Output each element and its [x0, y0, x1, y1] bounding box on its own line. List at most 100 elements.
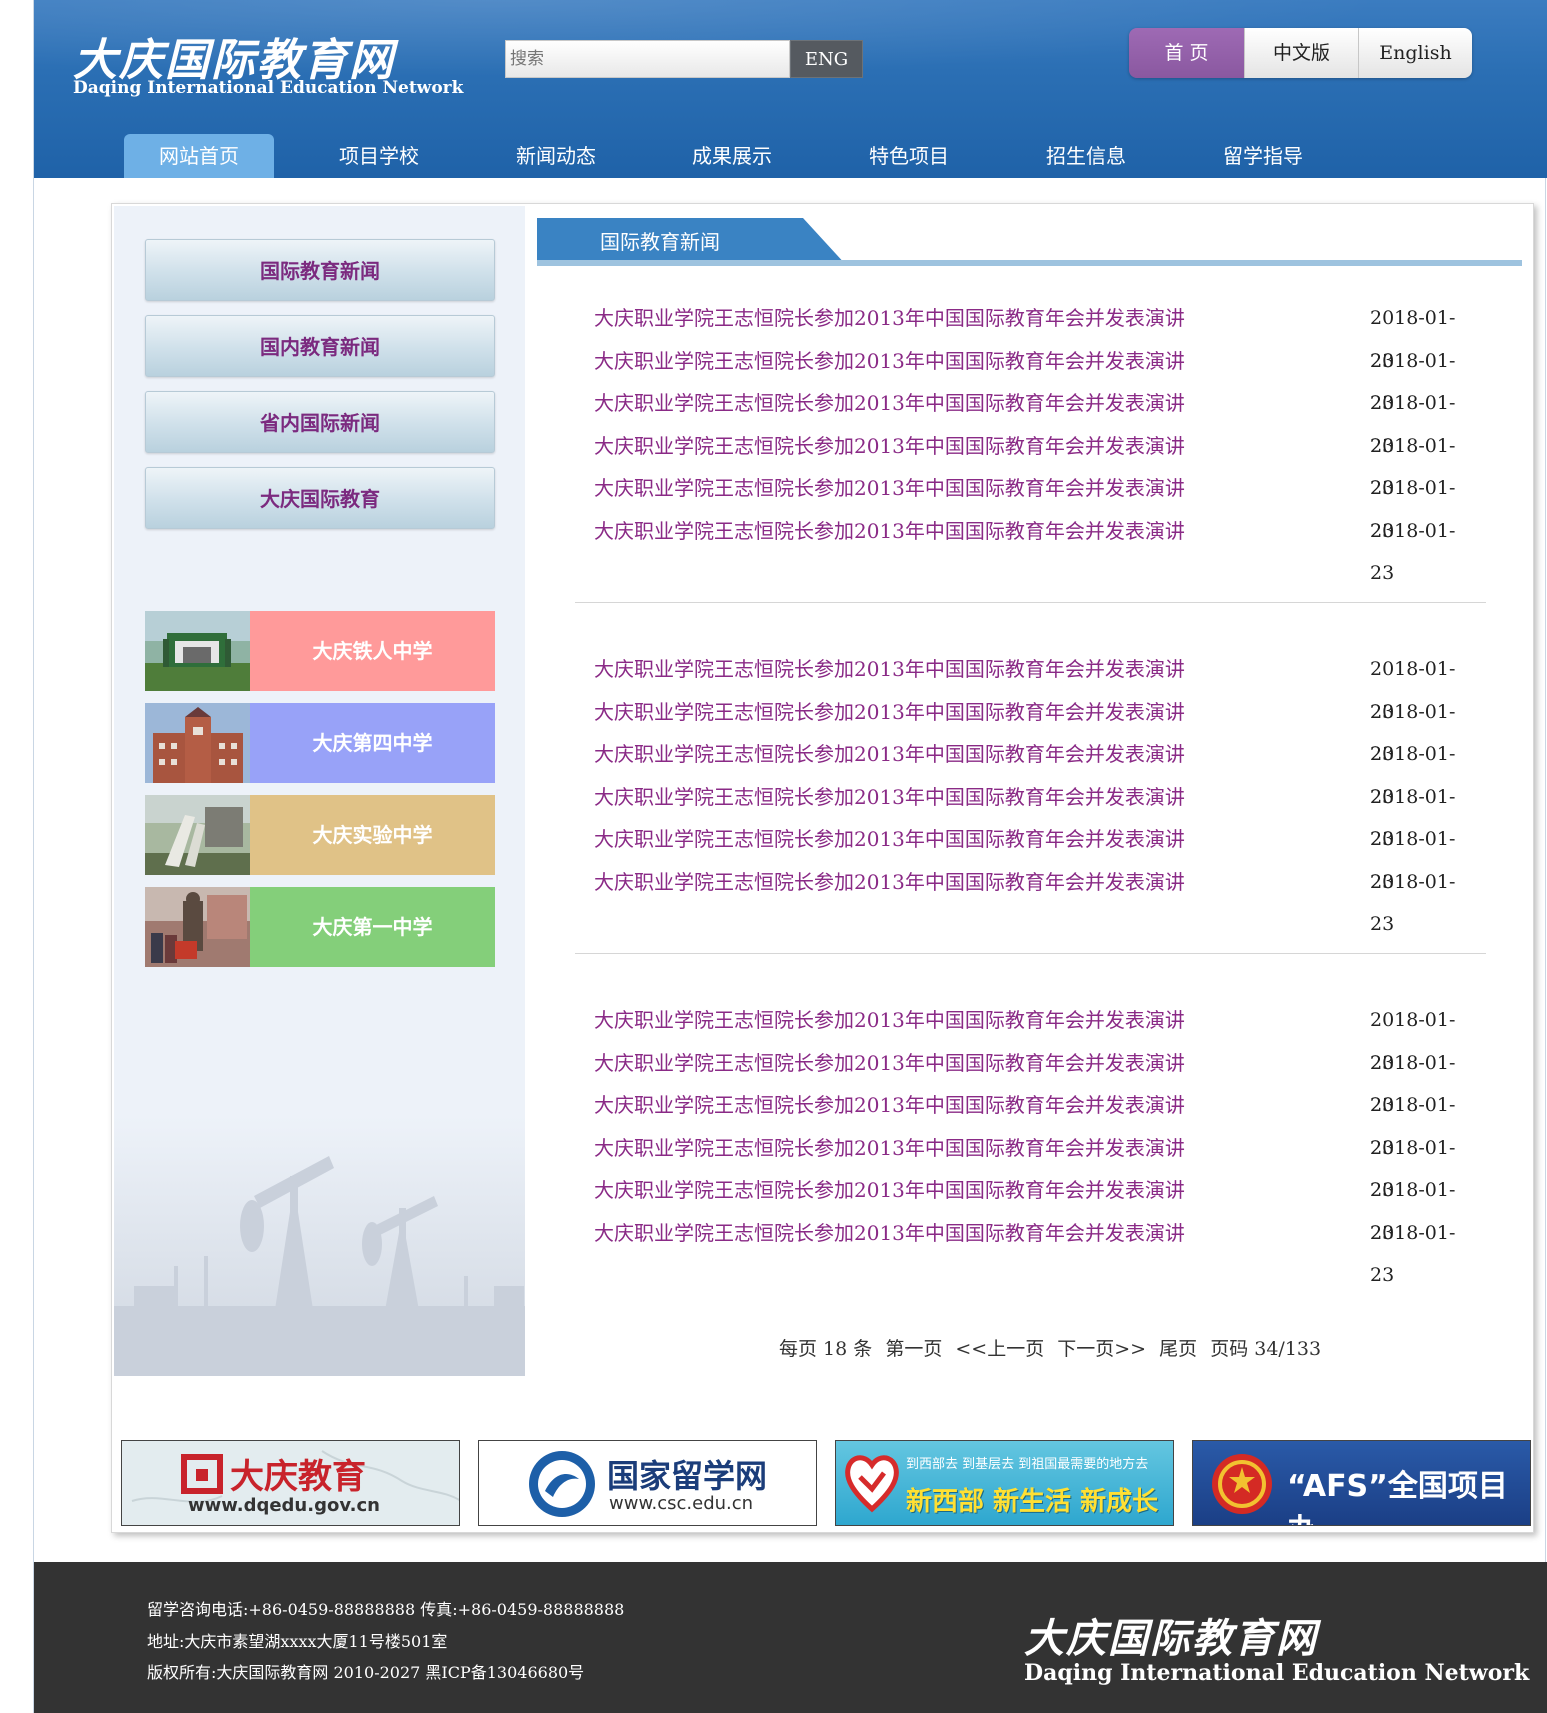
banner-title: 新西部 新生活 新成长 — [906, 1487, 1159, 1517]
news-title[interactable]: 大庆职业学院王志恒院长参加2013年中国国际教育年会并发表演讲 — [594, 999, 1185, 1042]
news-title[interactable]: 大庆职业学院王志恒院长参加2013年中国国际教育年会并发表演讲 — [594, 1169, 1185, 1212]
banner-url: www.csc.edu.cn — [609, 1493, 754, 1514]
sidebar-item-domestic-news[interactable]: 国内教育新闻 — [145, 315, 495, 377]
national-emblem-icon — [1212, 1454, 1272, 1514]
news-title[interactable]: 大庆职业学院王志恒院长参加2013年中国国际教育年会并发表演讲 — [594, 1084, 1185, 1127]
nav-item-news[interactable]: 新闻动态 — [481, 134, 631, 178]
banner-csc[interactable]: 国家留学网 www.csc.edu.cn — [478, 1440, 817, 1526]
news-title[interactable]: 大庆职业学院王志恒院长参加2013年中国国际教育年会并发表演讲 — [594, 1127, 1185, 1170]
section-header: 国际教育新闻 — [537, 218, 1522, 266]
list-item[interactable]: 大庆职业学院王志恒院长参加2013年中国国际教育年会并发表演讲 2018-01-2… — [594, 818, 1464, 893]
list-item[interactable]: 大庆职业学院王志恒院长参加2013年中国国际教育年会并发表演讲 2018-01-2… — [594, 425, 1464, 500]
news-title[interactable]: 大庆职业学院王志恒院长参加2013年中国国际教育年会并发表演讲 — [594, 1042, 1185, 1085]
news-title[interactable]: 大庆职业学院王志恒院长参加2013年中国国际教育年会并发表演讲 — [594, 382, 1185, 425]
nav-item-schools[interactable]: 项目学校 — [304, 134, 454, 178]
footer-address: 地址:大庆市素望湖xxxx大厦11号楼501室 — [147, 1632, 448, 1651]
news-list: 大庆职业学院王志恒院长参加2013年中国国际教育年会并发表演讲 2018-01-2… — [594, 648, 1464, 936]
sidebar-item-daqing-education[interactable]: 大庆国际教育 — [145, 467, 495, 529]
sidebar-item-international-news[interactable]: 国际教育新闻 — [145, 239, 495, 301]
news-title[interactable]: 大庆职业学院王志恒院长参加2013年中国国际教育年会并发表演讲 — [594, 1212, 1185, 1255]
nav-item-admissions[interactable]: 招生信息 — [1011, 134, 1161, 178]
main-panel: 国际教育新闻 国内教育新闻 省内国际新闻 大庆国际教育 大庆铁人中学 大庆第四中… — [111, 203, 1534, 1533]
english-version-button[interactable]: English — [1358, 28, 1472, 78]
heart-icon — [845, 1455, 899, 1513]
news-title[interactable]: 大庆职业学院王志恒院长参加2013年中国国际教育年会并发表演讲 — [594, 691, 1185, 734]
nav-item-achievements[interactable]: 成果展示 — [657, 134, 807, 178]
search-input[interactable] — [506, 41, 789, 77]
news-title[interactable]: 大庆职业学院王志恒院长参加2013年中国国际教育年会并发表演讲 — [594, 648, 1185, 691]
school-link-first[interactable]: 大庆第一中学 — [145, 887, 495, 967]
list-item[interactable]: 大庆职业学院王志恒院长参加2013年中国国际教育年会并发表演讲 2018-01-2… — [594, 340, 1464, 415]
nav-item-featured[interactable]: 特色项目 — [834, 134, 984, 178]
list-item[interactable]: 大庆职业学院王志恒院长参加2013年中国国际教育年会并发表演讲 2018-01-2… — [594, 648, 1464, 723]
sidebar: 国际教育新闻 国内教育新闻 省内国际新闻 大庆国际教育 大庆铁人中学 大庆第四中… — [114, 206, 525, 1376]
school-photo — [145, 703, 250, 783]
news-date: 2018-01-23 — [1370, 870, 1456, 936]
list-item[interactable]: 大庆职业学院王志恒院长参加2013年中国国际教育年会并发表演讲 2018-01-2… — [594, 733, 1464, 808]
news-title[interactable]: 大庆职业学院王志恒院长参加2013年中国国际教育年会并发表演讲 — [594, 340, 1185, 383]
nav-item-home[interactable]: 网站首页 — [124, 134, 274, 178]
pager-page-info: 页码 34/133 — [1210, 1338, 1322, 1360]
list-item[interactable]: 大庆职业学院王志恒院长参加2013年中国国际教育年会并发表演讲 2018-01-2… — [594, 467, 1464, 542]
school-name: 大庆第一中学 — [250, 887, 495, 967]
home-button[interactable]: 首 页 — [1129, 28, 1244, 78]
oil-pump-illustration — [114, 1116, 525, 1376]
list-item[interactable]: 大庆职业学院王志恒院长参加2013年中国国际教育年会并发表演讲 2018-01-2… — [594, 1169, 1464, 1244]
banner-title: 大庆教育 — [230, 1457, 366, 1497]
news-title[interactable]: 大庆职业学院王志恒院长参加2013年中国国际教育年会并发表演讲 — [594, 510, 1185, 553]
school-name: 大庆铁人中学 — [250, 611, 495, 691]
list-item[interactable]: 大庆职业学院王志恒院长参加2013年中国国际教育年会并发表演讲 2018-01-2… — [594, 1212, 1464, 1287]
site-footer: 留学咨询电话:+86-0459-88888888 传真:+86-0459-888… — [34, 1562, 1547, 1713]
chinese-version-button[interactable]: 中文版 — [1244, 28, 1358, 78]
list-item[interactable]: 大庆职业学院王志恒院长参加2013年中国国际教育年会并发表演讲 2018-01-2… — [594, 861, 1464, 936]
section-underline — [537, 260, 1522, 266]
news-title[interactable]: 大庆职业学院王志恒院长参加2013年中国国际教育年会并发表演讲 — [594, 467, 1185, 510]
school-link-tieren[interactable]: 大庆铁人中学 — [145, 611, 495, 691]
news-title[interactable]: 大庆职业学院王志恒院长参加2013年中国国际教育年会并发表演讲 — [594, 425, 1185, 468]
school-link-experimental[interactable]: 大庆实验中学 — [145, 795, 495, 875]
list-item[interactable]: 大庆职业学院王志恒院长参加2013年中国国际教育年会并发表演讲 2018-01-2… — [594, 776, 1464, 851]
sidebar-item-provincial-news[interactable]: 省内国际新闻 — [145, 391, 495, 453]
footer-phone: 留学咨询电话:+86-0459-88888888 传真:+86-0459-888… — [147, 1600, 625, 1619]
news-title[interactable]: 大庆职业学院王志恒院长参加2013年中国国际教育年会并发表演讲 — [594, 733, 1185, 776]
list-item[interactable]: 大庆职业学院王志恒院长参加2013年中国国际教育年会并发表演讲 2018-01-2… — [594, 1042, 1464, 1117]
section-title: 国际教育新闻 — [600, 230, 720, 254]
list-item[interactable]: 大庆职业学院王志恒院长参加2013年中国国际教育年会并发表演讲 2018-01-2… — [594, 382, 1464, 457]
school-photo — [145, 611, 250, 691]
banner-url: www.dqedu.gov.cn — [188, 1495, 380, 1516]
list-item[interactable]: 大庆职业学院王志恒院长参加2013年中国国际教育年会并发表演讲 2018-01-2… — [594, 999, 1464, 1074]
list-item[interactable]: 大庆职业学院王志恒院长参加2013年中国国际教育年会并发表演讲 2018-01-2… — [594, 691, 1464, 766]
school-photo — [145, 887, 250, 967]
csc-logo-icon — [529, 1451, 595, 1517]
list-item[interactable]: 大庆职业学院王志恒院长参加2013年中国国际教育年会并发表演讲 2018-01-2… — [594, 1127, 1464, 1202]
pager-next-link[interactable]: 下一页>> — [1057, 1338, 1146, 1360]
footer-logo: 大庆国际教育网 — [1024, 1615, 1318, 1662]
main-nav: 网站首页 项目学校 新闻动态 成果展示 特色项目 招生信息 留学指导 — [34, 134, 1547, 178]
list-item[interactable]: 大庆职业学院王志恒院长参加2013年中国国际教育年会并发表演讲 2018-01-2… — [594, 1084, 1464, 1159]
page-frame: 大庆国际教育网 Daqing International Education N… — [33, 0, 1547, 1713]
news-title[interactable]: 大庆职业学院王志恒院长参加2013年中国国际教育年会并发表演讲 — [594, 297, 1185, 340]
banner-slogan: 到西部去 到基层去 到祖国最需要的地方去 — [906, 1457, 1149, 1472]
school-photo — [145, 795, 250, 875]
site-header: 大庆国际教育网 Daqing International Education N… — [34, 0, 1547, 178]
search-eng-button[interactable]: ENG — [790, 40, 863, 78]
school-name: 大庆实验中学 — [250, 795, 495, 875]
banner-title: 国家留学网 — [607, 1457, 768, 1495]
pager-last-link[interactable]: 尾页 — [1159, 1338, 1197, 1360]
news-title[interactable]: 大庆职业学院王志恒院长参加2013年中国国际教育年会并发表演讲 — [594, 818, 1185, 861]
list-item[interactable]: 大庆职业学院王志恒院长参加2013年中国国际教育年会并发表演讲 2018-01-2… — [594, 297, 1464, 372]
banner-west-campaign[interactable]: 到西部去 到基层去 到祖国最需要的地方去 新西部 新生活 新成长 — [835, 1440, 1174, 1526]
news-divider — [575, 953, 1486, 954]
pager-prev-link[interactable]: <<上一页 — [955, 1338, 1044, 1360]
list-item[interactable]: 大庆职业学院王志恒院长参加2013年中国国际教育年会并发表演讲 2018-01-2… — [594, 510, 1464, 585]
footer-logo-english: Daqing International Education Network — [1024, 1660, 1530, 1686]
pager-first-link[interactable]: 第一页 — [885, 1338, 942, 1360]
banner-title: “AFS”全国项目办 — [1287, 1469, 1508, 1525]
nav-item-study-abroad[interactable]: 留学指导 — [1188, 134, 1338, 178]
school-link-fourth[interactable]: 大庆第四中学 — [145, 703, 495, 783]
news-title[interactable]: 大庆职业学院王志恒院长参加2013年中国国际教育年会并发表演讲 — [594, 861, 1185, 904]
news-title[interactable]: 大庆职业学院王志恒院长参加2013年中国国际教育年会并发表演讲 — [594, 776, 1185, 819]
language-switcher: 首 页 中文版 English — [1129, 28, 1472, 78]
banner-afs[interactable]: “AFS”全国项目办 — [1192, 1440, 1531, 1526]
banner-daqing-education[interactable]: 大庆教育 www.dqedu.gov.cn — [121, 1440, 460, 1526]
